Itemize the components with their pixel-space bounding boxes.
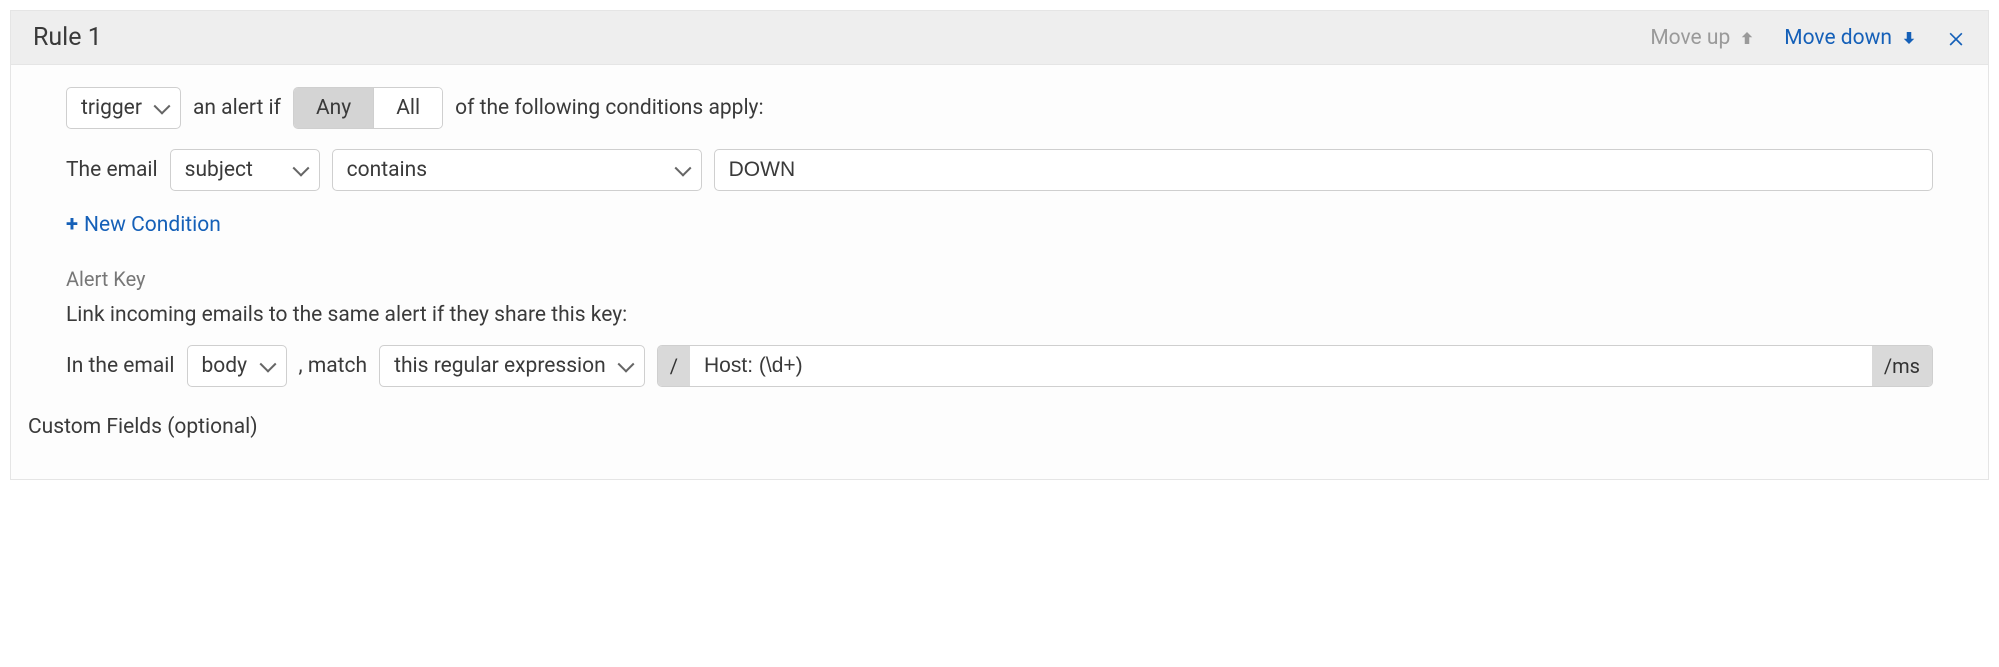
regex-open-delim: / <box>658 346 690 386</box>
rule-body: trigger an alert if Any All of the follo… <box>11 65 1988 479</box>
plus-icon: + <box>66 214 78 236</box>
alert-key-source-value: body <box>202 354 248 378</box>
toggle-any[interactable]: Any <box>294 88 373 128</box>
condition-row: The email subject contains <box>66 149 1933 191</box>
custom-fields-heading: Custom Fields (optional) <box>28 415 1933 439</box>
alert-key-row: In the email body , match this regular e… <box>66 345 1933 387</box>
any-all-toggle: Any All <box>293 87 443 129</box>
move-up-label: Move up <box>1650 26 1730 50</box>
alert-key-source-select[interactable]: body <box>187 345 287 387</box>
condition-prefix: The email <box>66 158 158 182</box>
arrow-up-icon <box>1738 29 1756 47</box>
alert-key-heading: Alert Key <box>66 267 1933 291</box>
toggle-all-label: All <box>396 96 420 120</box>
new-condition-label: New Condition <box>84 213 221 237</box>
condition-operator-select[interactable]: contains <box>332 149 702 191</box>
rule-title: Rule 1 <box>33 23 102 52</box>
toggle-any-label: Any <box>316 96 351 120</box>
toggle-all[interactable]: All <box>373 88 442 128</box>
trigger-select[interactable]: trigger <box>66 87 181 129</box>
rule-header: Rule 1 Move up Move down <box>11 11 1988 65</box>
alert-key-middle: , match <box>299 354 368 378</box>
close-icon <box>1946 28 1966 48</box>
condition-field-select[interactable]: subject <box>170 149 320 191</box>
condition-field-value: subject <box>185 158 253 182</box>
regex-input-group: / /ms <box>657 345 1933 387</box>
alert-key-matchtype-select[interactable]: this regular expression <box>379 345 645 387</box>
alert-key-matchtype-value: this regular expression <box>394 354 606 378</box>
trigger-row: trigger an alert if Any All of the follo… <box>66 87 1933 129</box>
alert-key-prefix: In the email <box>66 354 175 378</box>
rule-card: Rule 1 Move up Move down <box>10 10 1989 480</box>
arrow-down-icon <box>1900 29 1918 47</box>
rule-header-actions: Move up Move down <box>1650 26 1966 50</box>
trigger-select-value: trigger <box>81 96 142 120</box>
move-up-button[interactable]: Move up <box>1650 26 1756 50</box>
new-condition-button[interactable]: + New Condition <box>66 213 221 237</box>
move-down-label: Move down <box>1784 26 1892 50</box>
move-down-button[interactable]: Move down <box>1784 26 1918 50</box>
trigger-text-before: an alert if <box>193 96 281 120</box>
regex-input[interactable] <box>690 346 1872 386</box>
alert-key-description: Link incoming emails to the same alert i… <box>66 303 1933 327</box>
condition-value-input[interactable] <box>714 149 1933 191</box>
delete-rule-button[interactable] <box>1946 28 1966 48</box>
trigger-text-after: of the following conditions apply: <box>455 96 763 120</box>
condition-operator-value: contains <box>347 158 427 182</box>
regex-close-delim: /ms <box>1872 346 1932 386</box>
